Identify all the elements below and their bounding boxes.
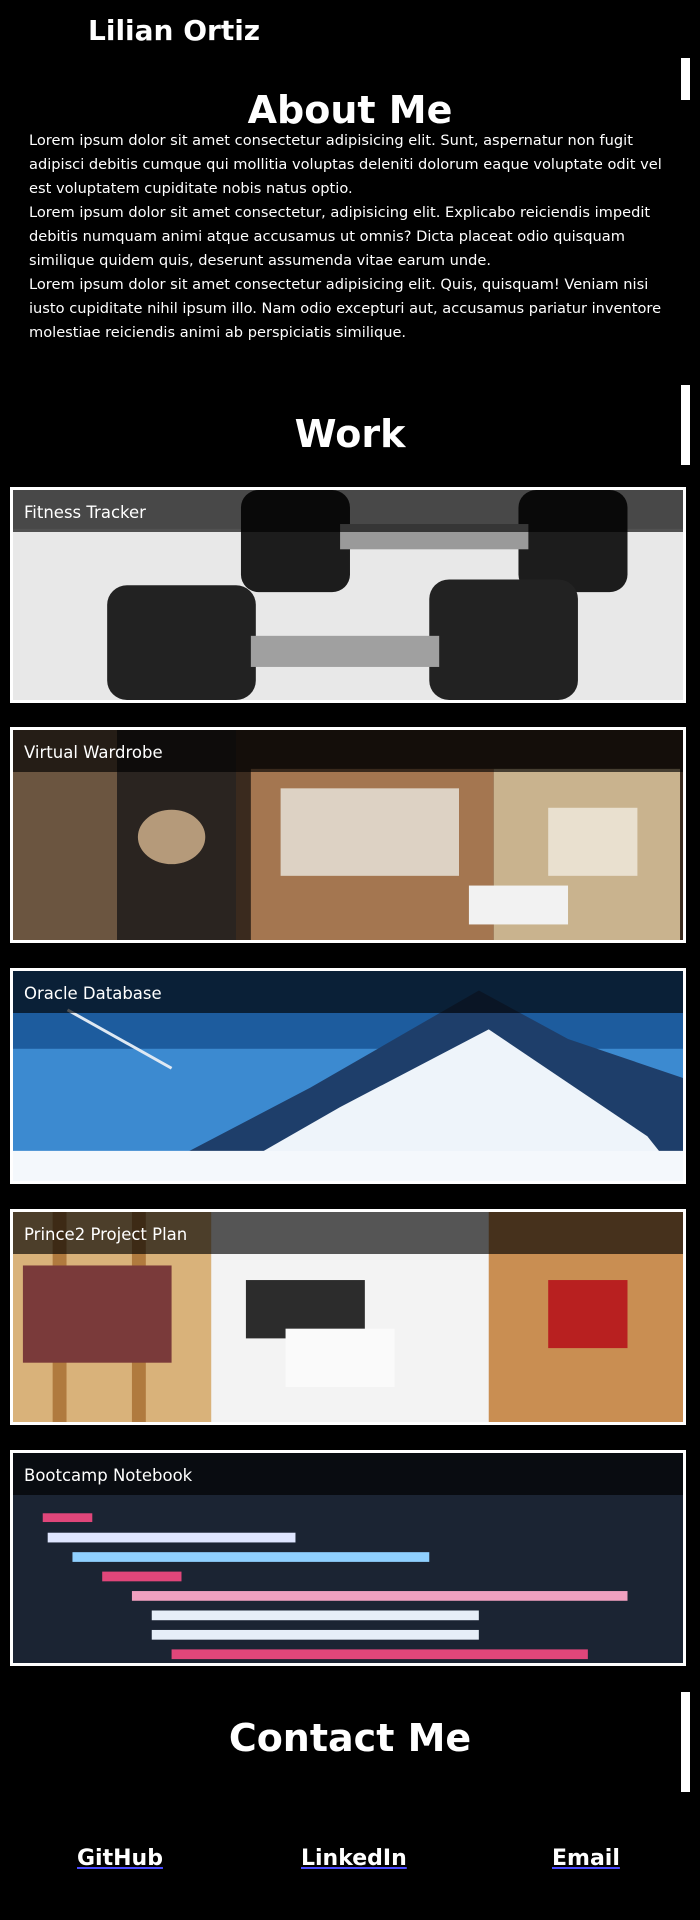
project-card-fitness-tracker[interactable]: Fitness Tracker — [10, 487, 686, 703]
site-name: Lilian Ortiz — [88, 14, 261, 47]
project-card-oracle-database[interactable]: Oracle Database — [10, 968, 686, 1184]
email-link[interactable]: Email — [552, 1846, 620, 1871]
work-title: Work — [294, 412, 406, 456]
project-card-bootcamp-notebook[interactable]: Bootcamp Notebook — [10, 1450, 686, 1666]
project-title: Bootcamp Notebook — [24, 1466, 193, 1485]
contact-title: Contact Me — [228, 1716, 472, 1760]
project-title: Prince2 Project Plan — [24, 1225, 188, 1244]
project-label-bar: Bootcamp Notebook — [13, 1453, 683, 1495]
project-title: Virtual Wardrobe — [24, 743, 163, 762]
project-title: Fitness Tracker — [24, 503, 146, 522]
about-title: About Me — [247, 88, 453, 132]
about-paragraph: Lorem ipsum dolor sit amet consectetur, … — [29, 204, 651, 269]
linkedin-link[interactable]: LinkedIn — [301, 1846, 407, 1871]
about-paragraph: Lorem ipsum dolor sit amet consectetur a… — [29, 276, 662, 341]
about-text: Lorem ipsum dolor sit amet consectetur a… — [29, 129, 669, 345]
project-label-bar: Oracle Database — [13, 971, 683, 1013]
github-link[interactable]: GitHub — [77, 1846, 163, 1871]
project-title: Oracle Database — [24, 984, 162, 1003]
project-label-bar: Prince2 Project Plan — [13, 1212, 683, 1254]
project-label-bar: Fitness Tracker — [13, 490, 683, 532]
project-card-virtual-wardrobe[interactable]: Virtual Wardrobe — [10, 727, 686, 943]
project-label-bar: Virtual Wardrobe — [13, 730, 683, 772]
project-card-prince2-project-plan[interactable]: Prince2 Project Plan — [10, 1209, 686, 1425]
about-paragraph: Lorem ipsum dolor sit amet consectetur a… — [29, 132, 662, 197]
